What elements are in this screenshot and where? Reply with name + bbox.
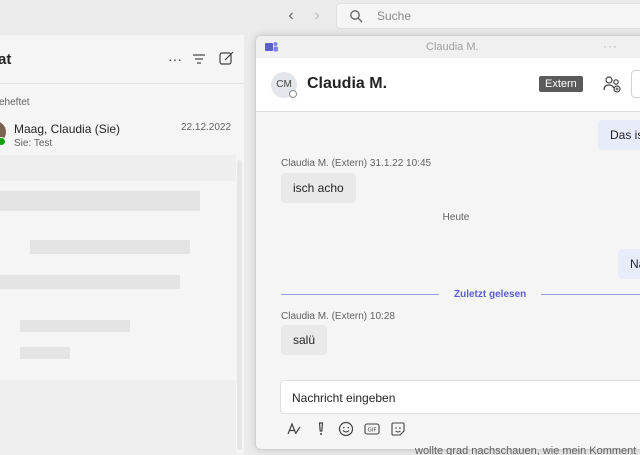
list-item[interactable] xyxy=(0,380,236,455)
incoming-message[interactable]: isch acho xyxy=(281,173,356,203)
scrollbar[interactable] xyxy=(237,160,242,450)
message-meta: Claudia M. (Extern) 10:28 xyxy=(281,311,395,322)
chat-partner-name[interactable]: Claudia M. xyxy=(307,75,387,93)
read-marker-label: Zuletzt gelesen xyxy=(454,289,527,300)
back-button[interactable]: ‹ xyxy=(281,6,301,26)
read-marker-line xyxy=(281,294,439,295)
emoji-icon[interactable] xyxy=(338,421,354,437)
message-area: Das ist Claudia M. (Extern) 31.1.22 10:4… xyxy=(256,112,640,449)
chat-item-preview: Sie: Test xyxy=(14,138,53,149)
list-item[interactable] xyxy=(20,320,130,332)
search-icon xyxy=(350,10,363,23)
message-input[interactable]: Nachricht eingeben xyxy=(280,380,640,414)
message-meta: Claudia M. (Extern) 31.1.22 10:45 xyxy=(281,158,432,169)
format-icon[interactable] xyxy=(286,421,302,437)
window-titlebar[interactable]: Claudia M. ··· xyxy=(256,36,640,58)
participants-icon[interactable] xyxy=(603,75,621,93)
window-more-button[interactable]: ··· xyxy=(603,39,618,53)
header-action-button[interactable] xyxy=(631,70,640,98)
important-icon[interactable] xyxy=(313,421,329,437)
pinned-section-label: eheftet xyxy=(0,97,30,108)
more-options-button[interactable]: ··· xyxy=(165,51,185,69)
top-bar: ‹ › Suche xyxy=(0,0,640,33)
chat-window: Claudia M. ··· CM Claudia M. Extern Das … xyxy=(255,35,640,450)
teams-logo-icon xyxy=(265,42,278,52)
presence-offline-icon xyxy=(289,90,297,98)
incoming-message[interactable]: salü xyxy=(281,325,328,355)
svg-text:GIF: GIF xyxy=(367,428,376,434)
outgoing-message[interactable]: Na xyxy=(618,249,640,279)
forward-button[interactable]: › xyxy=(307,6,327,26)
search-placeholder: Suche xyxy=(377,9,412,23)
filter-icon[interactable] xyxy=(192,53,206,65)
new-chat-icon[interactable] xyxy=(219,51,234,66)
presence-available-icon xyxy=(0,137,6,146)
chat-item-date: 22.12.2022 xyxy=(181,122,232,133)
list-item[interactable] xyxy=(20,347,70,359)
sticker-icon[interactable] xyxy=(390,421,406,437)
list-item[interactable] xyxy=(30,240,190,254)
day-separator: Heute xyxy=(442,212,470,223)
read-marker-line xyxy=(541,294,640,295)
list-item[interactable] xyxy=(0,275,180,289)
message-input-placeholder: Nachricht eingeben xyxy=(292,391,396,405)
search-input[interactable]: Suche xyxy=(336,3,640,29)
background-message-text: wollte grad nachschauen, wie mein Kommen… xyxy=(415,445,637,455)
gif-icon[interactable]: GIF xyxy=(364,421,380,437)
list-item[interactable] xyxy=(0,191,200,211)
chat-header: CM Claudia M. Extern xyxy=(256,58,640,112)
list-item[interactable] xyxy=(0,155,236,181)
extern-badge: Extern xyxy=(539,76,583,92)
divider xyxy=(0,83,244,84)
pinned-chat-item[interactable]: Maag, Claudia (Sie) 22.12.2022 Sie: Test xyxy=(0,115,244,151)
chat-list-title: at xyxy=(0,51,12,68)
chat-item-name: Maag, Claudia (Sie) xyxy=(14,122,121,136)
chat-list-pane: at ··· eheftet Maag, Claudia (Sie) 22.12… xyxy=(0,35,244,455)
window-title: Claudia M. xyxy=(426,41,479,53)
outgoing-message[interactable]: Das ist xyxy=(598,120,640,150)
